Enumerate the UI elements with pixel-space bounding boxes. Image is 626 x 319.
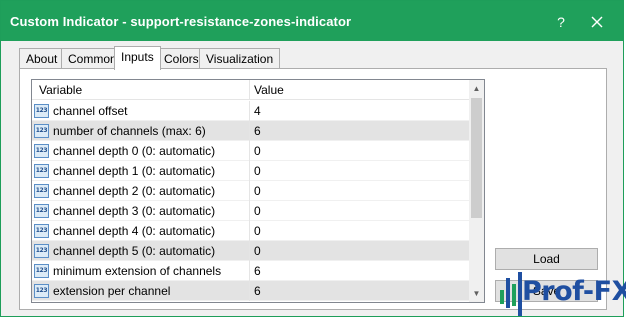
inputs-grid: Variable Value 123 channel offset 4 123 … bbox=[31, 79, 485, 303]
row-variable: number of channels (max: 6) bbox=[53, 124, 206, 138]
numeric-type-icon: 123 bbox=[34, 244, 49, 258]
cell-divider bbox=[249, 141, 250, 161]
watermark-text: Prof-FX bbox=[522, 276, 626, 307]
row-variable: channel depth 3 (0: automatic) bbox=[53, 204, 216, 218]
table-row[interactable]: 123 channel depth 4 (0: automatic) 0 bbox=[32, 221, 469, 241]
cell-divider bbox=[249, 261, 250, 281]
row-value[interactable]: 6 bbox=[254, 264, 261, 278]
window-title: Custom Indicator - support-resistance-zo… bbox=[10, 14, 352, 29]
row-variable: extension per channel bbox=[53, 284, 171, 298]
scrollbar-thumb[interactable] bbox=[471, 98, 482, 218]
table-row[interactable]: 123 extension per channel 6 bbox=[32, 281, 469, 301]
row-value[interactable]: 6 bbox=[254, 284, 261, 298]
scroll-down-icon[interactable]: ▼ bbox=[469, 285, 484, 302]
table-row[interactable]: 123 channel depth 1 (0: automatic) 0 bbox=[32, 161, 469, 181]
scroll-up-icon[interactable]: ▲ bbox=[469, 80, 484, 97]
row-variable: channel depth 5 (0: automatic) bbox=[53, 244, 216, 258]
cell-divider bbox=[249, 221, 250, 241]
row-variable: channel offset bbox=[53, 104, 128, 118]
numeric-type-icon: 123 bbox=[34, 144, 49, 158]
row-variable: channel depth 0 (0: automatic) bbox=[53, 144, 216, 158]
table-row[interactable]: 123 channel depth 5 (0: automatic) 0 bbox=[32, 241, 469, 261]
tab-visualization[interactable]: Visualization bbox=[199, 48, 281, 69]
numeric-type-icon: 123 bbox=[34, 184, 49, 198]
table-row[interactable]: 123 channel offset 4 bbox=[32, 101, 469, 121]
help-button[interactable]: ? bbox=[549, 10, 573, 34]
load-button[interactable]: Load bbox=[495, 248, 598, 270]
row-variable: channel depth 1 (0: automatic) bbox=[53, 164, 216, 178]
row-value[interactable]: 0 bbox=[254, 224, 261, 238]
row-value[interactable]: 0 bbox=[254, 184, 261, 198]
grid-header: Variable Value bbox=[32, 80, 469, 100]
table-row[interactable]: 123 minimum extension of channels 6 bbox=[32, 261, 469, 281]
numeric-type-icon: 123 bbox=[34, 204, 49, 218]
row-value[interactable]: 0 bbox=[254, 164, 261, 178]
cell-divider bbox=[249, 101, 250, 121]
column-header-variable[interactable]: Variable bbox=[39, 83, 82, 97]
numeric-type-icon: 123 bbox=[34, 224, 49, 238]
numeric-type-icon: 123 bbox=[34, 264, 49, 278]
close-icon[interactable] bbox=[585, 10, 609, 34]
row-value[interactable]: 0 bbox=[254, 144, 261, 158]
row-value[interactable]: 4 bbox=[254, 104, 261, 118]
row-variable: minimum extension of channels bbox=[53, 264, 222, 278]
cell-divider bbox=[249, 181, 250, 201]
cell-divider bbox=[249, 121, 250, 141]
cell-divider bbox=[249, 161, 250, 181]
prof-fx-watermark-logo: Prof-FX bbox=[498, 270, 626, 319]
numeric-type-icon: 123 bbox=[34, 164, 49, 178]
cell-divider bbox=[249, 201, 250, 221]
row-value[interactable]: 0 bbox=[254, 244, 261, 258]
column-divider[interactable] bbox=[249, 80, 250, 100]
tab-inputs[interactable]: Inputs bbox=[114, 46, 161, 70]
table-row[interactable]: 123 number of channels (max: 6) 6 bbox=[32, 121, 469, 141]
numeric-type-icon: 123 bbox=[34, 124, 49, 138]
tab-about[interactable]: About bbox=[19, 48, 65, 69]
logo-bar-icon bbox=[500, 290, 504, 304]
row-value[interactable]: 0 bbox=[254, 204, 261, 218]
table-row[interactable]: 123 channel depth 2 (0: automatic) 0 bbox=[32, 181, 469, 201]
column-header-value[interactable]: Value bbox=[254, 83, 284, 97]
table-row[interactable]: 123 channel depth 0 (0: automatic) 0 bbox=[32, 141, 469, 161]
vertical-scrollbar[interactable]: ▲ ▼ bbox=[469, 80, 484, 302]
cell-divider bbox=[249, 281, 250, 301]
logo-bar-icon bbox=[512, 284, 516, 306]
row-variable: channel depth 2 (0: automatic) bbox=[53, 184, 216, 198]
cell-divider bbox=[249, 241, 250, 261]
logo-bar-icon bbox=[506, 278, 510, 308]
table-row[interactable]: 123 channel depth 3 (0: automatic) 0 bbox=[32, 201, 469, 221]
numeric-type-icon: 123 bbox=[34, 104, 49, 118]
title-bar[interactable]: Custom Indicator - support-resistance-zo… bbox=[1, 1, 623, 41]
row-value[interactable]: 6 bbox=[254, 124, 261, 138]
row-variable: channel depth 4 (0: automatic) bbox=[53, 224, 216, 238]
numeric-type-icon: 123 bbox=[34, 284, 49, 298]
